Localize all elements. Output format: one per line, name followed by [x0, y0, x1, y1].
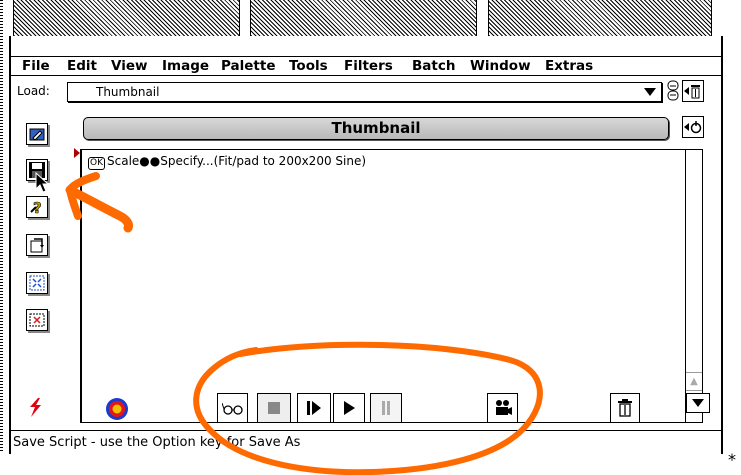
menu-window[interactable]: Window: [470, 58, 531, 74]
fit-icon: [29, 275, 45, 291]
script-step-item[interactable]: OK Scale●●Specify...(Fit/pad to 200x200 S…: [88, 154, 366, 170]
link-icon[interactable]: [666, 80, 680, 102]
script-step-text: Scale●●Specify...(Fit/pad to 200x200 Sin…: [107, 154, 367, 168]
import-trash-button[interactable]: [682, 80, 704, 102]
preview-button[interactable]: [217, 393, 248, 423]
add-step-icon: [684, 121, 702, 134]
help-button[interactable]: ?: [26, 196, 48, 218]
delete-step-button[interactable]: [610, 393, 640, 423]
menu-file[interactable]: File: [22, 58, 50, 74]
dropdown-icon: [692, 399, 704, 407]
menu-extras[interactable]: Extras: [545, 58, 593, 74]
panel-title: Thumbnail: [83, 117, 669, 140]
stop-icon: [268, 402, 280, 414]
load-selected-value: Thumbnail: [96, 85, 160, 99]
pause-icon: [382, 401, 390, 415]
menu-bar: File Edit View Image Palette Tools Filte…: [11, 56, 721, 76]
edit-icon: [29, 128, 45, 141]
status-text: Save Script - use the Option key for Sav…: [13, 435, 301, 450]
menu-image[interactable]: Image: [162, 58, 209, 74]
crop-icon: [29, 313, 45, 327]
hatch-pattern-right: [488, 0, 712, 36]
corner-asterisk: *: [728, 450, 736, 469]
chevron-down-icon: [644, 88, 656, 96]
rotate-button[interactable]: [26, 234, 48, 256]
load-row: Load: Thumbnail: [11, 80, 721, 102]
lightning-icon[interactable]: [27, 398, 45, 418]
menu-view[interactable]: View: [111, 58, 147, 74]
play-button[interactable]: [333, 393, 365, 423]
play-icon: [344, 401, 355, 415]
menu-filters[interactable]: Filters: [344, 58, 393, 74]
step-icon: [307, 401, 321, 415]
glasses-icon: [221, 402, 243, 415]
stop-button[interactable]: [257, 393, 291, 423]
vertical-scrollbar[interactable]: ▲ ▼: [685, 149, 703, 423]
options-dropdown-button[interactable]: [686, 393, 710, 413]
menu-palette[interactable]: Palette: [221, 58, 276, 74]
fit-button[interactable]: [26, 272, 48, 294]
rotate-icon: [30, 238, 44, 253]
step-button[interactable]: [297, 393, 331, 423]
trash-icon: [618, 399, 632, 417]
insertion-marker: [74, 148, 80, 158]
batch-window: File Edit View Image Palette Tools Filte…: [9, 36, 723, 454]
load-script-dropdown[interactable]: Thumbnail: [67, 82, 662, 102]
record-button[interactable]: [487, 393, 518, 423]
pause-button[interactable]: [370, 393, 402, 423]
mouse-cursor-icon: [35, 171, 51, 194]
ok-badge: OK: [88, 157, 105, 170]
scroll-up-arrow-icon[interactable]: ▲: [686, 372, 702, 389]
menu-edit[interactable]: Edit: [67, 58, 97, 74]
window-edge-dots: [0, 0, 3, 452]
menu-tools[interactable]: Tools: [289, 58, 328, 74]
crop-button[interactable]: [26, 309, 48, 331]
load-label: Load:: [17, 84, 50, 98]
script-steps-list[interactable]: OK Scale●●Specify...(Fit/pad to 200x200 S…: [74, 148, 691, 423]
record-camera-icon: [495, 400, 512, 415]
edit-script-button[interactable]: [26, 123, 48, 145]
import-trash-icon: [684, 85, 700, 99]
target-icon[interactable]: [105, 397, 129, 421]
hatch-pattern-left: [13, 0, 240, 36]
add-step-button[interactable]: [682, 116, 704, 138]
status-bar: Save Script - use the Option key for Sav…: [11, 430, 721, 455]
hatch-pattern-middle: [250, 0, 477, 36]
help-icon: ?: [30, 199, 42, 216]
menu-batch[interactable]: Batch: [412, 58, 455, 74]
